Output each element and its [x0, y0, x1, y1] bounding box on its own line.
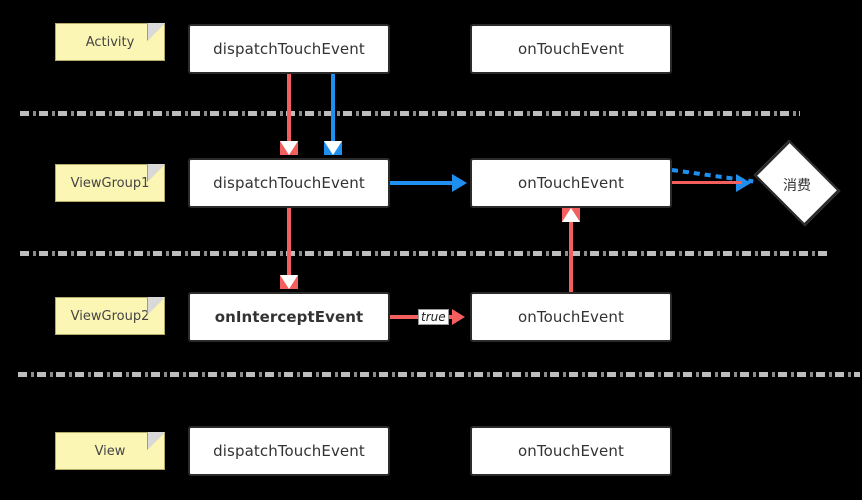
arrow-vg2-ontouch-to-vg1-ontouch-head	[562, 208, 580, 222]
box-vg1-on-touch-event[interactable]: onTouchEvent	[470, 158, 672, 208]
box-label: onTouchEvent	[518, 40, 624, 58]
lane-note-viewgroup2: ViewGroup2	[55, 297, 165, 335]
box-vg2-on-intercept-event[interactable]: onInterceptEvent	[188, 292, 390, 342]
lane-note-viewgroup2-label: ViewGroup2	[70, 308, 150, 324]
edge-label-intercept-true: true	[418, 309, 449, 325]
box-label: onTouchEvent	[518, 308, 624, 326]
note-fold-icon	[148, 297, 165, 314]
arrow-activity-dispatch-to-vg1-dispatch-line	[287, 74, 291, 144]
box-label: dispatchTouchEvent	[213, 40, 365, 58]
arrow-activity-to-vg1-dispatch-blue-line	[331, 74, 335, 144]
terminal-consume-label: 消费	[783, 178, 811, 194]
line-vg1-ontouch-to-consume-red	[672, 181, 742, 184]
diagram-canvas: Activity dispatchTouchEvent onTouchEvent…	[0, 0, 862, 500]
lane-note-view: View	[55, 432, 165, 470]
lane-note-viewgroup1-label: ViewGroup1	[70, 175, 150, 191]
box-view-dispatch-touch-event[interactable]: dispatchTouchEvent	[188, 426, 390, 476]
lane-divider-viewgroup1-viewgroup2	[20, 251, 830, 256]
note-fold-icon	[148, 432, 165, 449]
box-activity-dispatch-touch-event[interactable]: dispatchTouchEvent	[188, 24, 390, 74]
box-label: onInterceptEvent	[214, 308, 364, 326]
arrow-activity-to-vg1-dispatch-blue-head	[324, 141, 342, 155]
box-label: onTouchEvent	[518, 174, 624, 192]
box-activity-on-touch-event[interactable]: onTouchEvent	[470, 24, 672, 74]
box-label: dispatchTouchEvent	[213, 174, 365, 192]
box-vg2-on-touch-event[interactable]: onTouchEvent	[470, 292, 672, 342]
arrow-intercept-to-vg2-ontouch-head	[452, 309, 465, 325]
note-fold-icon	[148, 164, 165, 181]
box-view-on-touch-event[interactable]: onTouchEvent	[470, 426, 672, 476]
arrow-vg1-dispatch-to-vg1-ontouch-line	[390, 181, 454, 185]
arrow-vg1-dispatch-to-vg2-intercept-line	[287, 208, 291, 278]
box-label: onTouchEvent	[518, 442, 624, 460]
lane-note-viewgroup1: ViewGroup1	[55, 164, 165, 202]
arrow-activity-dispatch-to-vg1-dispatch-head	[280, 141, 298, 155]
lane-note-activity-label: Activity	[85, 34, 135, 50]
arrow-vg1-dispatch-to-vg1-ontouch-head	[452, 174, 467, 192]
box-label: dispatchTouchEvent	[213, 442, 365, 460]
box-vg1-dispatch-touch-event[interactable]: dispatchTouchEvent	[188, 158, 390, 208]
lane-note-activity: Activity	[55, 23, 165, 61]
lane-divider-viewgroup2-view	[18, 372, 860, 377]
lane-divider-activity-viewgroup1	[20, 111, 800, 116]
lane-note-view-label: View	[94, 443, 126, 459]
note-fold-icon	[148, 23, 165, 40]
arrow-vg2-ontouch-to-vg1-ontouch-line	[569, 222, 573, 292]
arrow-vg1-dispatch-to-vg2-intercept-head	[280, 275, 298, 289]
